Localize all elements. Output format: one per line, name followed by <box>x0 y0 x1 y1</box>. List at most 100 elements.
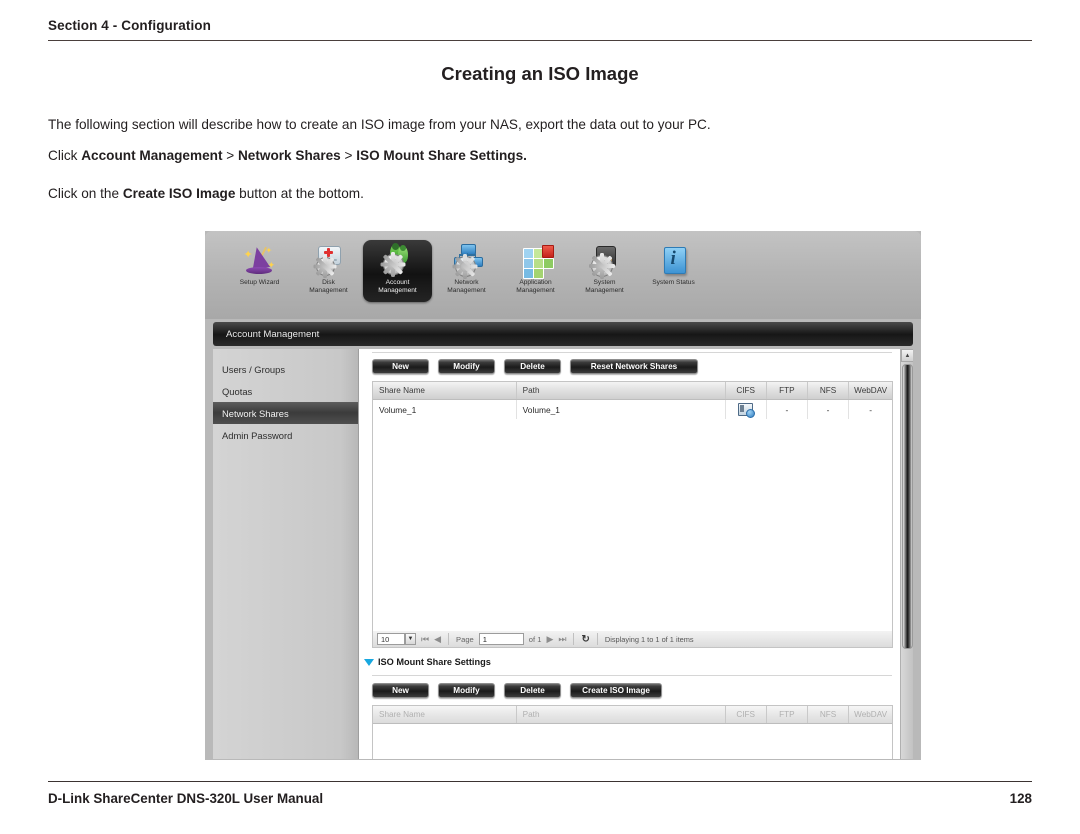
network-shares-pager: 10 ▼ ⏮ ◀ Page 1 of 1 ▶ ⏭ ↻ Displaying 1 … <box>372 631 893 648</box>
cell-webdav: - <box>869 404 872 415</box>
col-header-ftp[interactable]: FTP <box>767 382 808 399</box>
manual-page: Section 4 - Configuration Creating an IS… <box>0 0 1080 834</box>
footer-page-number: 128 <box>1009 791 1032 806</box>
grid-empty-area <box>373 419 892 631</box>
delete-share-button[interactable]: Delete <box>504 359 561 374</box>
sidebar-item-admin-password[interactable]: Admin Password <box>213 424 358 446</box>
nav-label-network-2: Management <box>447 286 486 294</box>
collapse-triangle-icon[interactable] <box>364 658 374 666</box>
system-gear-icon <box>588 244 622 279</box>
first-page-icon[interactable]: ⏮ <box>421 634 429 644</box>
scrollbar-thumb[interactable] <box>902 364 913 649</box>
nav-path-sep-2: > <box>340 148 357 163</box>
iso-shares-grid: Share Name Path CIFS FTP NFS WebDAV <box>372 705 893 759</box>
scroll-up-icon[interactable]: ▲ <box>901 349 913 362</box>
iso-new-button[interactable]: New <box>372 683 429 698</box>
iso-section-title: ISO Mount Share Settings <box>378 657 491 667</box>
pager-divider-2 <box>573 633 575 645</box>
modify-share-button[interactable]: Modify <box>438 359 495 374</box>
sidebar-label-network-shares: Network Shares <box>222 407 289 419</box>
panel-divider-top <box>372 352 892 353</box>
next-page-icon[interactable]: ▶ <box>546 634 553 644</box>
col-header-cifs[interactable]: CIFS <box>726 382 767 399</box>
col-header-nfs[interactable]: NFS <box>808 382 850 399</box>
navigation-path-paragraph: Click Account Management > Network Share… <box>48 148 527 163</box>
pager-divider-1 <box>448 633 450 645</box>
col-header-webdav[interactable]: WebDAV <box>849 382 892 399</box>
iso-col-header-cifs[interactable]: CIFS <box>726 706 767 723</box>
embedded-nas-screenshot: ✦ ✦ ✦ Setup Wizard Disk Management Accou… <box>205 231 921 760</box>
page-size-select[interactable]: 10 <box>377 633 405 645</box>
nav-item-setup-wizard[interactable]: ✦ ✦ ✦ Setup Wizard <box>225 240 294 302</box>
reset-network-shares-button[interactable]: Reset Network Shares <box>570 359 698 374</box>
network-shares-grid: Share Name Path CIFS FTP NFS WebDAV Volu… <box>372 381 893 632</box>
cell-cifs[interactable] <box>726 400 767 419</box>
nav-item-disk-management[interactable]: Disk Management <box>294 240 363 302</box>
nav-label-application-2: Management <box>516 286 555 294</box>
pager-info-text: Displaying 1 to 1 of 1 items <box>604 634 694 644</box>
iso-modify-button[interactable]: Modify <box>438 683 495 698</box>
page-label: Page <box>456 634 474 644</box>
page-number-input[interactable]: 1 <box>478 633 524 645</box>
cifs-share-icon[interactable] <box>738 403 756 418</box>
nas-sidebar: Users / Groups Quotas Network Shares Adm… <box>213 349 359 759</box>
nav-label-system-2: Management <box>585 286 624 294</box>
chevron-down-icon[interactable]: ▼ <box>405 633 416 645</box>
nav-item-system-management[interactable]: System Management <box>570 240 639 302</box>
sidebar-label-admin-password: Admin Password <box>222 429 293 441</box>
table-row[interactable]: Volume_1 Volume_1 - - - <box>373 400 892 419</box>
nas-top-navbar: ✦ ✦ ✦ Setup Wizard Disk Management Accou… <box>205 231 921 319</box>
nav-item-application-management[interactable]: Application Management <box>501 240 570 302</box>
nav-label-account-1: Account <box>385 279 410 286</box>
iso-col-header-path[interactable]: Path <box>517 706 726 723</box>
network-shares-toolbar: New Modify Delete Reset Network Shares <box>372 359 698 374</box>
instruction-bold: Create ISO Image <box>122 186 236 201</box>
nav-label-disk-2: Management <box>309 286 348 294</box>
page-total-label: of 1 <box>528 634 542 644</box>
disk-gear-icon <box>312 244 346 278</box>
nav-path-bold-1: Account Management <box>81 148 223 163</box>
nas-body: Users / Groups Quotas Network Shares Adm… <box>213 349 913 759</box>
nav-item-network-management[interactable]: Network Management <box>432 240 501 302</box>
instruction-paragraph: Click on the Create ISO Image button at … <box>48 186 364 201</box>
nav-item-system-status[interactable]: i System Status <box>639 240 708 302</box>
sidebar-item-network-shares[interactable]: Network Shares <box>213 402 358 424</box>
previous-page-icon[interactable]: ◀ <box>434 634 441 644</box>
intro-paragraph: The following section will describe how … <box>48 117 711 132</box>
sidebar-label-users-groups: Users / Groups <box>222 363 286 375</box>
iso-col-header-ftp[interactable]: FTP <box>767 706 808 723</box>
network-gear-icon <box>450 244 484 279</box>
nav-label-network-1: Network <box>454 279 479 286</box>
nav-path-prefix: Click <box>48 148 82 163</box>
iso-col-header-nfs[interactable]: NFS <box>808 706 850 723</box>
sidebar-item-quotas[interactable]: Quotas <box>213 380 358 402</box>
col-header-path[interactable]: Path <box>517 382 726 399</box>
page-footer: D-Link ShareCenter DNS-320L User Manual … <box>48 781 1032 806</box>
iso-delete-button[interactable]: Delete <box>504 683 561 698</box>
cell-path: Volume_1 <box>517 400 726 419</box>
cell-share-name: Volume_1 <box>373 400 517 419</box>
nav-path-bold-2: Network Shares <box>237 148 341 163</box>
iso-col-header-webdav[interactable]: WebDAV <box>849 706 892 723</box>
instruction-suffix: button at the bottom. <box>235 186 364 201</box>
iso-section-heading[interactable]: ISO Mount Share Settings <box>364 657 491 667</box>
section-label: Section 4 - Configuration <box>48 18 211 33</box>
nav-label-setup-wizard: Setup Wizard <box>239 279 280 286</box>
page-title: Creating an ISO Image <box>441 63 639 84</box>
nav-item-account-management[interactable]: Account Management <box>363 240 432 302</box>
nas-page-title: Account Management <box>226 328 320 340</box>
cell-ftp: - <box>767 400 808 419</box>
refresh-icon[interactable]: ↻ <box>581 634 589 645</box>
col-header-share-name[interactable]: Share Name <box>373 382 517 399</box>
iso-toolbar: New Modify Delete Create ISO Image <box>372 683 662 698</box>
last-page-icon[interactable]: ⏭ <box>558 634 566 644</box>
nas-page-titlebar: Account Management <box>213 322 913 346</box>
sidebar-item-users-groups[interactable]: Users / Groups <box>213 358 358 380</box>
new-share-button[interactable]: New <box>372 359 429 374</box>
content-vertical-scrollbar[interactable]: ▲ <box>900 349 913 759</box>
sidebar-label-quotas: Quotas <box>222 385 253 397</box>
create-iso-image-button[interactable]: Create ISO Image <box>570 683 662 698</box>
iso-col-header-share-name[interactable]: Share Name <box>373 706 517 723</box>
app-tiles-icon <box>519 244 554 279</box>
iso-grid-empty-area <box>373 724 892 759</box>
